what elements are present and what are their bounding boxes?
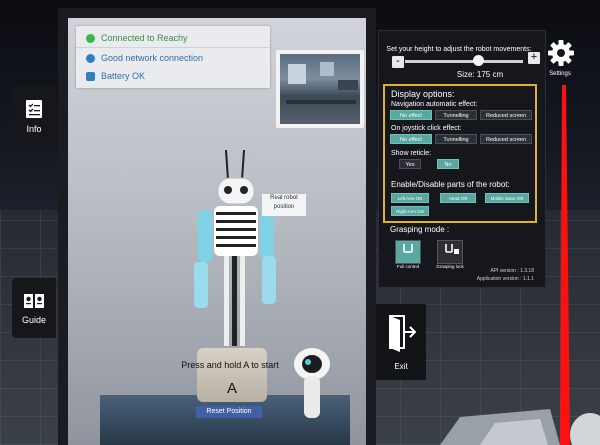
status-network: Good network connection	[76, 49, 270, 67]
network-icon	[86, 53, 95, 63]
display-options-title: Display options:	[391, 89, 455, 99]
exit-button[interactable]: Exit	[376, 304, 426, 380]
status-battery: Battery OK	[76, 67, 270, 85]
grasping-mode-title: Grasping mode :	[390, 225, 450, 234]
joystick-effect-label: On joystick click effect:	[391, 125, 462, 132]
controller-laser-beam	[560, 85, 570, 445]
head-toggle[interactable]: Head ON	[440, 193, 476, 203]
exit-door-icon	[389, 315, 416, 352]
navigation-effect-label: Navigation automatic effect:	[391, 101, 478, 108]
reticle-yes-button[interactable]: Yes	[399, 159, 421, 169]
a-button-letter: A	[226, 380, 237, 397]
grasping-full-control-button[interactable]	[395, 240, 421, 264]
nav-reduced-screen-button[interactable]: Reduced screen	[480, 110, 532, 120]
tab-info[interactable]: Info	[12, 86, 56, 146]
settings-label: Settings	[549, 71, 571, 77]
nav-no-effect-button[interactable]: No effect	[390, 110, 432, 120]
right-arm-toggle[interactable]: Right Arm ON	[391, 206, 429, 216]
status-connection-label: Connected to Reachy	[101, 33, 188, 43]
status-panel: Connected to Reachy Good network connect…	[76, 26, 270, 88]
check-circle-icon	[86, 33, 95, 43]
status-network-label: Good network connection	[101, 53, 204, 63]
left-arm-toggle[interactable]: Left Arm ON	[391, 193, 429, 203]
gripper-open-icon	[403, 244, 413, 253]
height-size-value: Size: 175 cm	[456, 70, 504, 79]
height-instruction: Set your height to adjust the robot move…	[386, 46, 532, 53]
checklist-icon	[26, 100, 42, 118]
floor-objects	[440, 409, 600, 445]
tab-guide-label: Guide	[21, 315, 47, 325]
height-slider[interactable]	[405, 60, 523, 63]
joystick-reduced-screen-button[interactable]: Reduced screen	[480, 134, 532, 144]
tab-guide[interactable]: Guide	[12, 278, 56, 338]
gear-icon[interactable]	[548, 40, 574, 66]
robot-parts-title: Enable/Disable parts of the robot:	[391, 180, 510, 189]
app-version: Application version : 1.1.1	[476, 276, 534, 282]
reset-position-button[interactable]: Reset Position	[196, 406, 262, 418]
height-slider-handle[interactable]	[472, 55, 484, 66]
mobile-base-toggle[interactable]: Mobile Base ON	[485, 193, 529, 203]
vr-controller-icon	[294, 348, 330, 418]
real-robot-position-label: Real robot position	[262, 194, 306, 216]
exit-label: Exit	[394, 362, 408, 371]
reachy-robot-model	[194, 150, 276, 346]
reticle-label: Show reticle:	[391, 150, 432, 157]
battery-icon	[86, 71, 95, 81]
status-battery-label: Battery OK	[101, 71, 146, 81]
tab-info-label: Info	[26, 124, 42, 134]
robot-camera-feed	[276, 50, 364, 128]
guide-book-icon	[24, 294, 44, 308]
nav-tunnelling-button[interactable]: Tunnelling	[435, 110, 477, 120]
status-connection: Connected to Reachy	[76, 29, 270, 48]
height-decrease-button[interactable]: -	[392, 56, 404, 68]
display-options-box: Display options: Navigation automatic ef…	[383, 84, 537, 223]
height-increase-button[interactable]: +	[528, 52, 540, 64]
grasping-lock-button[interactable]	[437, 240, 463, 264]
api-version: API version : 1.3.18	[490, 268, 534, 274]
reticle-no-button[interactable]: No	[437, 159, 459, 169]
gripper-lock-icon	[445, 244, 459, 254]
joystick-no-effect-button[interactable]: No effect	[390, 134, 432, 144]
grasping-full-control-label: Full control	[396, 264, 419, 269]
joystick-tunnelling-button[interactable]: Tunnelling	[435, 134, 477, 144]
